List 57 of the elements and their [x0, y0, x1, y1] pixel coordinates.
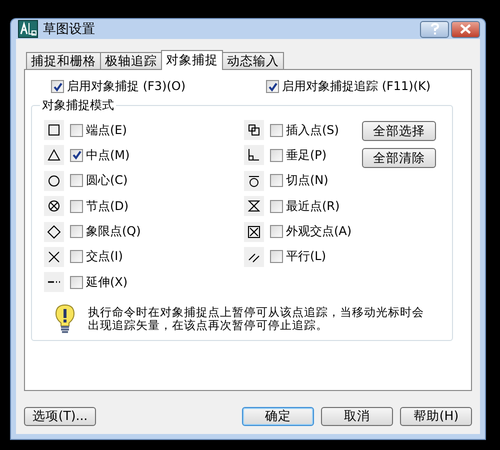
checkbox-label: 象限点(Q)	[86, 223, 141, 240]
checkbox-label: 延伸(X)	[86, 274, 128, 291]
square-icon	[44, 120, 64, 140]
checkbox-label: 外观交点(A)	[286, 223, 352, 240]
window-title: 草图设置	[43, 21, 95, 38]
tab[interactable]: 动态输入	[222, 52, 284, 69]
checkbox-label: 插入点(S)	[286, 122, 339, 138]
close-button[interactable]	[451, 20, 480, 38]
circle-tangent-icon	[244, 170, 264, 191]
group-title: 对象捕捉模式	[41, 97, 115, 114]
checkbox-label: 平行(L)	[286, 248, 326, 266]
checkbox[interactable]	[266, 80, 279, 93]
tab[interactable]: 捕捉和栅格	[26, 52, 101, 69]
checkbox[interactable]	[270, 174, 283, 188]
checkbox-label: 节点(D)	[86, 198, 129, 215]
cross-icon	[44, 246, 64, 267]
checkbox[interactable]	[270, 124, 283, 136]
dialog-button[interactable]: 帮助(H)	[400, 407, 472, 426]
checkbox[interactable]	[270, 225, 283, 238]
dialog-button[interactable]: 确定	[242, 407, 314, 426]
app-icon	[18, 20, 38, 38]
checkbox-label: 垂足(P)	[286, 146, 327, 164]
checkbox-label: 启用对象捕捉 (F3)(O)	[67, 78, 186, 95]
right-angle-icon	[244, 145, 264, 166]
crossed-square-icon	[244, 222, 264, 242]
checkbox[interactable]	[70, 225, 83, 238]
checkbox-label: 端点(E)	[86, 122, 127, 138]
hourglass-icon	[244, 196, 264, 216]
checkbox[interactable]	[70, 276, 83, 289]
parallel-lines-icon	[244, 246, 264, 267]
checkbox[interactable]	[270, 148, 283, 162]
hint-text: 执行命令时在对象捕捉点上暂停可从该点追踪，当移动光标时会出现追踪矢量，在该点再次暂停可停止追踪。	[88, 306, 425, 332]
checkbox[interactable]	[270, 250, 283, 264]
checkbox[interactable]	[70, 174, 83, 188]
lightbulb-icon	[54, 304, 76, 334]
dialog-button[interactable]: 选项(T)...	[24, 407, 96, 426]
help-button[interactable]	[420, 20, 449, 38]
checkbox-label: 中点(M)	[86, 146, 130, 164]
tab[interactable]: 极轴追踪	[100, 52, 162, 69]
checkbox-label: 启用对象捕捉追踪 (F11)(K)	[282, 78, 431, 95]
checkbox-label: 交点(I)	[86, 248, 123, 266]
select-all-button[interactable]: 全部选择	[362, 121, 436, 141]
checkbox[interactable]	[70, 124, 83, 136]
dialog-button[interactable]: 取消	[321, 407, 393, 426]
checkbox-label: 最近点(R)	[286, 198, 340, 215]
clear-all-button[interactable]: 全部清除	[362, 148, 436, 168]
checkbox[interactable]	[270, 200, 283, 213]
overlapping-squares-icon	[244, 120, 264, 140]
checkbox[interactable]	[51, 80, 64, 93]
tab[interactable]: 对象捕捉	[161, 50, 223, 70]
checkbox[interactable]	[70, 250, 83, 264]
question-mark-icon	[430, 23, 440, 35]
checkbox-label: 圆心(C)	[86, 172, 128, 190]
checkbox-label: 切点(N)	[286, 172, 328, 190]
checkbox[interactable]	[70, 200, 83, 213]
checkbox[interactable]	[70, 148, 83, 162]
close-icon	[460, 24, 471, 34]
